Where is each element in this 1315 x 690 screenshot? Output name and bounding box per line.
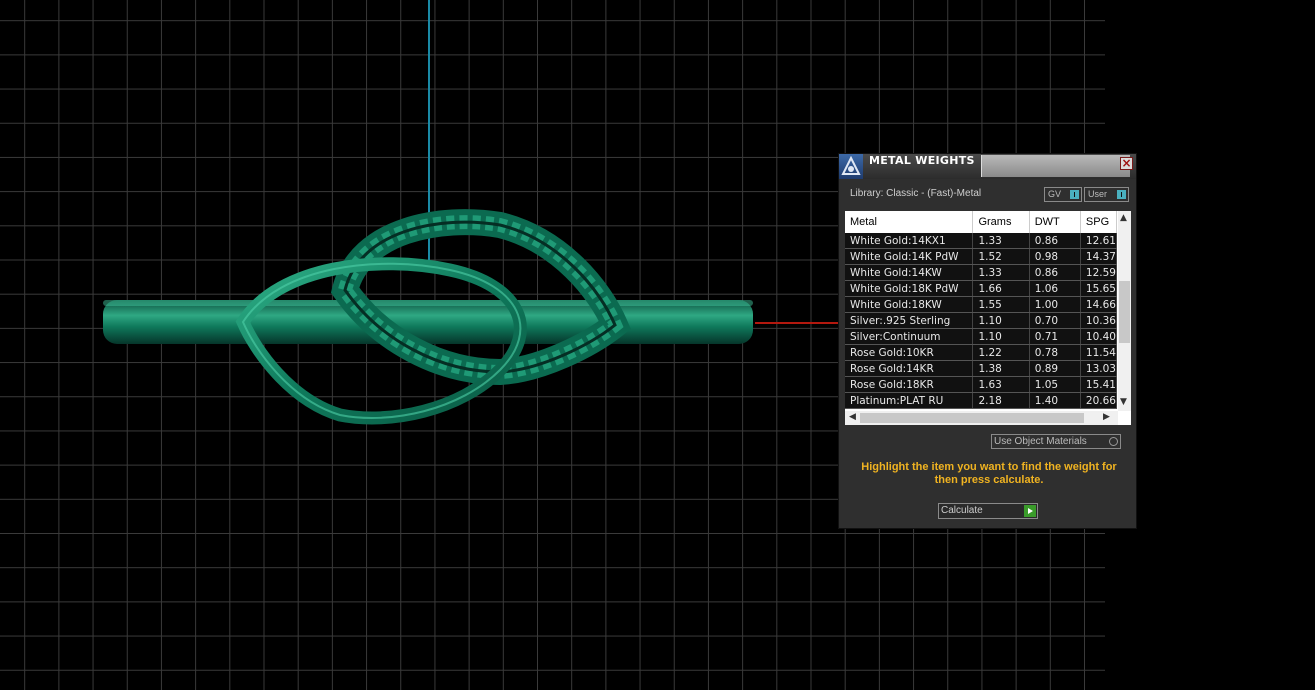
metal-cell: White Gold:14KW bbox=[845, 264, 974, 281]
dwt-cell: 1.06 bbox=[1029, 280, 1081, 297]
spg-cell: 10.36 bbox=[1080, 312, 1118, 329]
toggle-indicator-icon bbox=[1070, 190, 1079, 199]
table-row[interactable]: Rose Gold:18KR 1.63 1.05 15.41 bbox=[845, 376, 1118, 393]
table-row[interactable]: Platinum:PLAT RU 2.18 1.40 20.66 bbox=[845, 392, 1118, 409]
grams-cell: 1.55 bbox=[972, 296, 1030, 313]
use-object-materials-option[interactable]: Use Object Materials bbox=[991, 434, 1121, 449]
grams-cell: 1.63 bbox=[972, 376, 1030, 393]
scroll-left-icon[interactable]: ◀ bbox=[849, 412, 856, 422]
instruction-text: Highlight the item you want to find the … bbox=[861, 461, 1117, 486]
calculate-label: Calculate bbox=[941, 505, 983, 516]
use-object-materials-label: Use Object Materials bbox=[994, 436, 1087, 447]
grams-cell: 1.38 bbox=[972, 360, 1030, 377]
radio-button-icon[interactable] bbox=[1109, 437, 1118, 446]
table-header-row: Metal Grams DWT SPG bbox=[845, 211, 1118, 233]
metal-weights-panel: METAL WEIGHTS × Library: Classic - (Fast… bbox=[838, 153, 1137, 529]
dwt-cell: 0.86 bbox=[1029, 233, 1081, 249]
spg-cell: 12.61 bbox=[1080, 233, 1118, 249]
library-label: Library: Classic - (Fast)-Metal bbox=[850, 188, 982, 199]
metal-cell: Rose Gold:14KR bbox=[845, 360, 974, 377]
horizontal-scroll-thumb[interactable] bbox=[860, 413, 1084, 423]
table-row[interactable]: White Gold:18K PdW 1.66 1.06 15.65 bbox=[845, 280, 1118, 297]
spg-cell: 12.59 bbox=[1080, 264, 1118, 281]
calculate-button[interactable]: Calculate bbox=[938, 503, 1038, 519]
metal-cell: Rose Gold:18KR bbox=[845, 376, 974, 393]
table-row[interactable]: White Gold:14K PdW 1.52 0.98 14.37 bbox=[845, 248, 1118, 265]
grams-cell: 1.10 bbox=[972, 328, 1030, 345]
dwt-cell: 0.70 bbox=[1029, 312, 1081, 329]
metal-table: Metal Grams DWT SPG White Gold:14KX1 1.33… bbox=[845, 211, 1118, 409]
table-row[interactable]: Silver:Continuum 1.10 0.71 10.40 bbox=[845, 328, 1118, 345]
title-tab-decoration bbox=[981, 155, 1130, 177]
panel-titlebar[interactable]: METAL WEIGHTS × bbox=[839, 154, 1136, 179]
vertical-scroll-thumb[interactable] bbox=[1119, 281, 1130, 343]
grams-cell: 1.52 bbox=[972, 248, 1030, 265]
grams-cell: 1.33 bbox=[972, 233, 1030, 249]
table-row[interactable]: Rose Gold:14KR 1.38 0.89 13.03 bbox=[845, 360, 1118, 377]
metal-cell: White Gold:18K PdW bbox=[845, 280, 974, 297]
column-header-spg[interactable]: SPG bbox=[1080, 211, 1118, 233]
column-header-dwt[interactable]: DWT bbox=[1029, 211, 1081, 233]
user-toggle[interactable]: User bbox=[1084, 187, 1129, 202]
gv-toggle[interactable]: GV bbox=[1044, 187, 1082, 202]
play-arrow-icon bbox=[1024, 505, 1036, 517]
grams-cell: 2.18 bbox=[972, 392, 1030, 409]
metal-cell: Rose Gold:10KR bbox=[845, 344, 974, 361]
gv-label: GV bbox=[1048, 189, 1062, 199]
grams-cell: 1.22 bbox=[972, 344, 1030, 361]
metal-table-container[interactable]: Metal Grams DWT SPG White Gold:14KX1 1.33… bbox=[845, 211, 1131, 425]
vertical-scrollbar[interactable]: ▲ ▼ bbox=[1118, 211, 1131, 411]
scroll-right-icon[interactable]: ▶ bbox=[1103, 412, 1110, 422]
spg-cell: 14.66 bbox=[1080, 296, 1118, 313]
dwt-cell: 0.86 bbox=[1029, 264, 1081, 281]
panel-title: METAL WEIGHTS bbox=[869, 154, 975, 167]
toggle-indicator-icon bbox=[1117, 190, 1126, 199]
scroll-down-icon[interactable]: ▼ bbox=[1120, 397, 1127, 407]
spg-cell: 13.03 bbox=[1080, 360, 1118, 377]
spg-cell: 11.54 bbox=[1080, 344, 1118, 361]
ring-band bbox=[103, 300, 753, 344]
column-header-metal[interactable]: Metal bbox=[845, 211, 974, 233]
dwt-cell: 0.89 bbox=[1029, 360, 1081, 377]
close-icon[interactable]: × bbox=[1120, 157, 1133, 170]
app-logo-icon bbox=[839, 154, 863, 179]
column-header-grams[interactable]: Grams bbox=[972, 211, 1030, 233]
horizontal-scrollbar[interactable]: ◀ ▶ bbox=[845, 411, 1118, 425]
metal-cell: Platinum:PLAT RU bbox=[845, 392, 974, 409]
grams-cell: 1.33 bbox=[972, 264, 1030, 281]
dwt-cell: 1.05 bbox=[1029, 376, 1081, 393]
dwt-cell: 1.40 bbox=[1029, 392, 1081, 409]
metal-cell: Silver:.925 Sterling bbox=[845, 312, 974, 329]
table-row[interactable]: Rose Gold:10KR 1.22 0.78 11.54 bbox=[845, 344, 1118, 361]
metal-cell: White Gold:14KX1 bbox=[845, 233, 974, 249]
metal-cell: Silver:Continuum bbox=[845, 328, 974, 345]
table-row[interactable]: White Gold:14KW 1.33 0.86 12.59 bbox=[845, 264, 1118, 281]
table-row[interactable]: Silver:.925 Sterling 1.10 0.70 10.36 bbox=[845, 312, 1118, 329]
dwt-cell: 0.78 bbox=[1029, 344, 1081, 361]
grams-cell: 1.66 bbox=[972, 280, 1030, 297]
scroll-up-icon[interactable]: ▲ bbox=[1120, 213, 1127, 223]
dwt-cell: 1.00 bbox=[1029, 296, 1081, 313]
spg-cell: 20.66 bbox=[1080, 392, 1118, 409]
metal-cell: White Gold:18KW bbox=[845, 296, 974, 313]
metal-cell: White Gold:14K PdW bbox=[845, 248, 974, 265]
user-label: User bbox=[1088, 189, 1108, 199]
table-row[interactable]: White Gold:18KW 1.55 1.00 14.66 bbox=[845, 296, 1118, 313]
spg-cell: 14.37 bbox=[1080, 248, 1118, 265]
dwt-cell: 0.98 bbox=[1029, 248, 1081, 265]
grams-cell: 1.10 bbox=[972, 312, 1030, 329]
dwt-cell: 0.71 bbox=[1029, 328, 1081, 345]
table-row[interactable]: White Gold:14KX1 1.33 0.86 12.61 bbox=[845, 233, 1118, 249]
spg-cell: 15.41 bbox=[1080, 376, 1118, 393]
spg-cell: 10.40 bbox=[1080, 328, 1118, 345]
spg-cell: 15.65 bbox=[1080, 280, 1118, 297]
